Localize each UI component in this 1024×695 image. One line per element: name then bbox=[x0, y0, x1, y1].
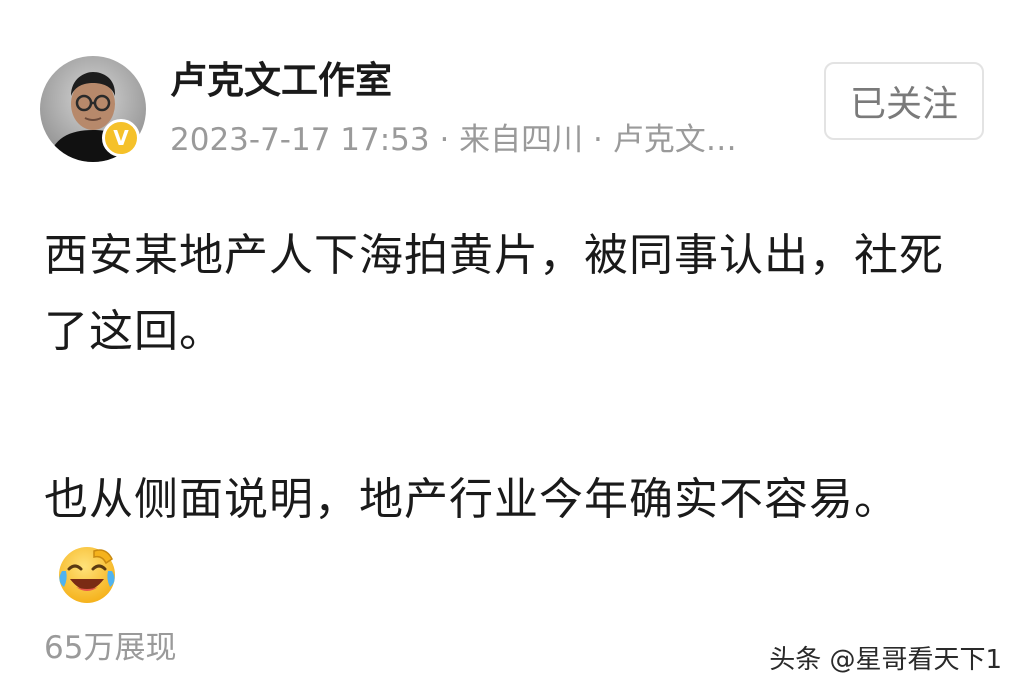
view-count: 65万展现 bbox=[44, 630, 177, 666]
laughing-crying-emoji-icon bbox=[59, 547, 115, 603]
verified-badge-icon: V bbox=[102, 119, 140, 157]
follow-button[interactable]: 已关注 bbox=[824, 62, 984, 140]
post-paragraph-2-text: 也从侧面说明，地产行业今年确实不容易。 bbox=[44, 474, 899, 525]
watermark: 头条 @星哥看天下1 bbox=[769, 645, 1002, 675]
author-name[interactable]: 卢克文工作室 bbox=[170, 56, 392, 106]
post-meta: 2023-7-17 17:53 · 来自四川 · 卢克文… bbox=[170, 122, 737, 158]
post-paragraph-1: 西安某地产人下海拍黄片，被同事认出，社死了这回。 bbox=[44, 230, 944, 357]
post-paragraph-2: 也从侧面说明，地产行业今年确实不容易。 bbox=[44, 462, 964, 614]
